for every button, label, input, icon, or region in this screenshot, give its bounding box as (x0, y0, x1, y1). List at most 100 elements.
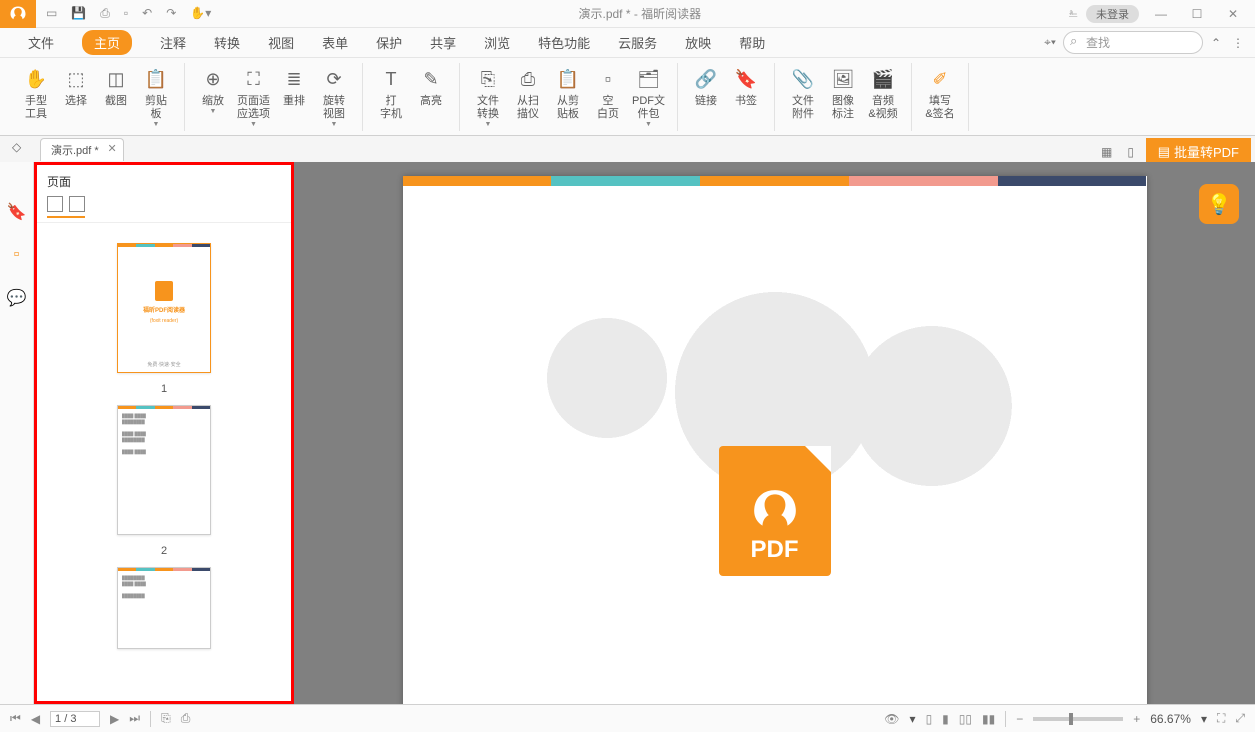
zoom-slider[interactable] (1033, 717, 1123, 721)
hand-dropdown-icon[interactable]: ✋▾ (190, 6, 211, 21)
menu-protect[interactable]: 保护 (376, 33, 402, 52)
document-tabs: ◇ 演示.pdf * ✕ ▦ ▯ ▤ 批量转PDF (0, 136, 1255, 162)
menu-play[interactable]: 放映 (685, 33, 711, 52)
menu-share[interactable]: 共享 (430, 33, 456, 52)
page-number-input[interactable] (50, 711, 100, 727)
menu-feature[interactable]: 特色功能 (538, 33, 590, 52)
first-page-icon[interactable]: ⏮ (10, 711, 21, 726)
ribbon-从扫描仪[interactable]: ⎙从扫 描仪 (508, 63, 548, 121)
minimize-button[interactable]: — (1147, 7, 1175, 21)
tab-close-icon[interactable]: ✕ (107, 142, 116, 155)
fit-icon[interactable]: ⛶ (1217, 711, 1225, 726)
thumbnail-1[interactable]: 福昕PDF阅读器 (foxit reader) 免费·快速·安全 (117, 243, 211, 373)
facing-icon[interactable]: ▯▯ (959, 712, 972, 726)
grid-view-icon[interactable]: ▦ (1098, 143, 1116, 161)
gift-icon[interactable]: ⎁ (1068, 6, 1078, 21)
ribbon-空白页[interactable]: ▫空 白页 (588, 63, 628, 121)
maximize-button[interactable]: ☐ (1183, 7, 1211, 21)
login-status[interactable]: 未登录 (1086, 5, 1139, 23)
ribbon-打字机[interactable]: T打 字机 (371, 63, 411, 121)
ribbon-链接[interactable]: 🔗链接 (686, 63, 726, 108)
tab-label: 演示.pdf * (51, 145, 99, 157)
last-page-icon[interactable]: ⏭ (129, 711, 140, 726)
collapse-ribbon-icon[interactable]: ⌃ (1207, 34, 1225, 52)
ribbon-音频&视频[interactable]: 🎬音频 &视频 (863, 63, 903, 121)
ribbon-手型工具[interactable]: ✋手型 工具 (16, 63, 56, 121)
ribbon-旋转视图[interactable]: ⟳旋转 视图▼ (314, 63, 354, 128)
ribbon-重排[interactable]: ≣重排 (274, 63, 314, 108)
ribbon-填写&签名[interactable]: ✐填写 &签名 (920, 63, 960, 121)
quick-access-toolbar: ▭ 💾 ⎙ ▫ ↶ ↷ ✋▾ (36, 6, 211, 21)
search-input[interactable]: 查找 (1063, 31, 1203, 54)
comments-panel-icon[interactable]: 💬 (7, 288, 27, 308)
ribbon-图像标注[interactable]: 🖼图像 标注 (823, 63, 863, 121)
thumb-size-large-icon[interactable] (69, 196, 85, 212)
ribbon-页面适应选项[interactable]: ⛶页面适 应选项▼ (233, 63, 274, 128)
menu-convert[interactable]: 转换 (214, 33, 240, 52)
ribbon-从剪贴板[interactable]: 📋从剪 贴板 (548, 63, 588, 121)
reading-mode-icon[interactable]: 👁 (884, 712, 899, 726)
thumbnail-3[interactable]: ████████████ ████████████ (117, 567, 211, 649)
ribbon-截图[interactable]: ◫截图 (96, 63, 136, 108)
single-view-icon[interactable]: ▯ (1122, 143, 1140, 161)
thumbnail-number-1: 1 (161, 383, 167, 395)
pages-panel-icon[interactable]: ▫ (14, 246, 20, 264)
ribbon-剪贴板[interactable]: 📋剪贴 板▼ (136, 63, 176, 128)
ribbon-书签[interactable]: 🔖书签 (726, 63, 766, 108)
zoom-in-icon[interactable]: + (1133, 712, 1140, 726)
title-bar: ▭ 💾 ⎙ ▫ ↶ ↷ ✋▾ 演示.pdf * - 福昕阅读器 ⎁ 未登录 — … (0, 0, 1255, 28)
new-icon[interactable]: ▫ (124, 6, 128, 21)
thumbnail-2[interactable]: ████ ████████████████ ████████████████ █… (117, 405, 211, 535)
pages-panel: 页面 福昕PDF阅读器 (foxit reader) 免费·快速·安全 1 (34, 162, 294, 704)
tell-me-icon[interactable]: ⌖▾ (1041, 34, 1059, 52)
page-canvas: PDF 福昕PDF阅读器 (403, 176, 1147, 704)
menu-cloud[interactable]: 云服务 (618, 33, 657, 52)
menu-home[interactable]: 主页 (82, 30, 132, 55)
menu-file[interactable]: 文件 (28, 33, 54, 52)
single-page-icon[interactable]: ▯ (926, 712, 933, 726)
pages-panel-title: 页面 (47, 173, 281, 190)
app-logo (0, 0, 36, 28)
thumbnail-number-2: 2 (161, 545, 167, 557)
window-title: 演示.pdf * - 福昕阅读器 (211, 5, 1068, 22)
batch-convert-pdf-button[interactable]: ▤ 批量转PDF (1146, 138, 1251, 165)
undo-icon[interactable]: ↶ (142, 6, 152, 21)
more-icon[interactable]: ⋮ (1229, 34, 1247, 52)
save-icon[interactable]: 💾 (71, 6, 86, 21)
thumb-size-small-icon[interactable] (47, 196, 63, 212)
tips-button[interactable]: 💡 (1199, 184, 1239, 224)
menu-comment[interactable]: 注释 (160, 33, 186, 52)
ribbon-文件转换[interactable]: ⎘文件 转换▼ (468, 63, 508, 128)
print-icon[interactable]: ⎙ (100, 6, 110, 21)
bookmark-panel-icon[interactable]: 🔖 (7, 202, 27, 222)
left-toolbar: 🔖 ▫ 💬 (0, 162, 34, 704)
menu-browse[interactable]: 浏览 (484, 33, 510, 52)
next-page-icon[interactable]: ▶ (110, 712, 119, 726)
thumbnails-list[interactable]: 福昕PDF阅读器 (foxit reader) 免费·快速·安全 1 ████ … (37, 223, 291, 683)
ribbon-缩放[interactable]: ⊕缩放▼ (193, 63, 233, 115)
status-bar: ⏮ ◀ ▶ ⏭ ⎘ ⎙ 👁 ▾ ▯ ▮ ▯▯ ▮▮ − + 66.67% ▾ ⛶… (0, 704, 1255, 732)
menu-view[interactable]: 视图 (268, 33, 294, 52)
ribbon-高亮[interactable]: ✎高亮 (411, 63, 451, 108)
zoom-out-icon[interactable]: − (1016, 712, 1023, 726)
continuous-icon[interactable]: ▮ (942, 712, 949, 726)
continuous-facing-icon[interactable]: ▮▮ (982, 712, 995, 726)
edit-tag-icon[interactable]: ◇ (12, 140, 21, 154)
main-area: 🔖 ▫ 💬 页面 福昕PDF阅读器 (foxit reader) 免 (0, 162, 1255, 704)
ribbon-选择[interactable]: ⬚选择 (56, 63, 96, 108)
ribbon: ✋手型 工具⬚选择◫截图📋剪贴 板▼ ⊕缩放▼⛶页面适 应选项▼≣重排⟳旋转 视图… (0, 58, 1255, 136)
layout-icon-a[interactable]: ⎘ (161, 711, 171, 726)
menu-help[interactable]: 帮助 (739, 33, 765, 52)
ribbon-PDF文件包[interactable]: 🗂PDF文 件包▼ (628, 63, 669, 128)
layout-icon-b[interactable]: ⎙ (181, 711, 191, 726)
prev-page-icon[interactable]: ◀ (31, 712, 40, 726)
zoom-level: 66.67% (1150, 712, 1191, 726)
open-icon[interactable]: ▭ (46, 6, 57, 21)
menu-form[interactable]: 表单 (322, 33, 348, 52)
document-tab[interactable]: 演示.pdf * ✕ (40, 138, 124, 161)
ribbon-文件附件[interactable]: 📎文件 附件 (783, 63, 823, 121)
fullscreen-icon[interactable]: ⤢ (1235, 711, 1245, 726)
document-viewer[interactable]: PDF 福昕PDF阅读器 💡 (294, 162, 1255, 704)
close-button[interactable]: ✕ (1219, 7, 1247, 21)
redo-icon[interactable]: ↷ (166, 6, 176, 21)
